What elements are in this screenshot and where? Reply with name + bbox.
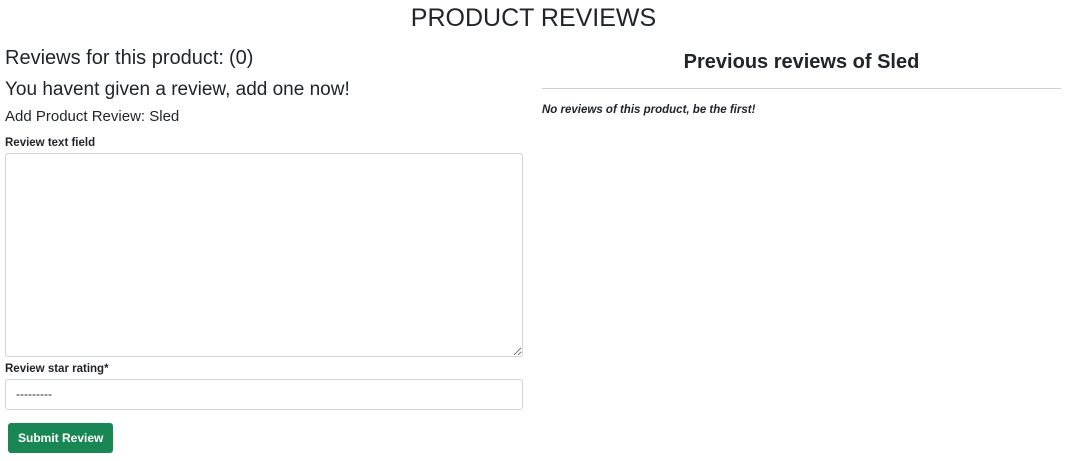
add-review-heading: Add Product Review: Sled — [5, 108, 180, 125]
review-text-field[interactable] — [5, 153, 523, 357]
previous-reviews-title: Previous reviews of Sled — [683, 51, 920, 73]
section-divider — [542, 88, 1061, 89]
page-title: PRODUCT REVIEWS — [410, 4, 657, 32]
star-rating-select[interactable]: --------- — [5, 379, 523, 410]
no-reviews-message: No reviews of this product, be the first… — [542, 104, 756, 116]
reviews-count-label: Reviews for this product: — [5, 47, 224, 69]
star-rating-selected-value: --------- — [16, 387, 52, 401]
no-review-message: You havent given a review, add one now! — [5, 79, 350, 100]
review-text-label: Review text field — [5, 137, 96, 149]
submit-review-button[interactable]: Submit Review — [8, 423, 114, 453]
previous-reviews-section: Previous reviews of Sled No reviews of t… — [542, 48, 1061, 118]
review-form-section: Reviews for this product: (0) You havent … — [5, 45, 523, 410]
star-rating-label: Review star rating* — [5, 363, 109, 375]
reviews-count: Reviews for this product: (0) — [5, 45, 523, 71]
product-reviews-page: PRODUCT REVIEWS Reviews for this product… — [0, 0, 1067, 461]
reviews-count-value: (0) — [228, 47, 254, 69]
